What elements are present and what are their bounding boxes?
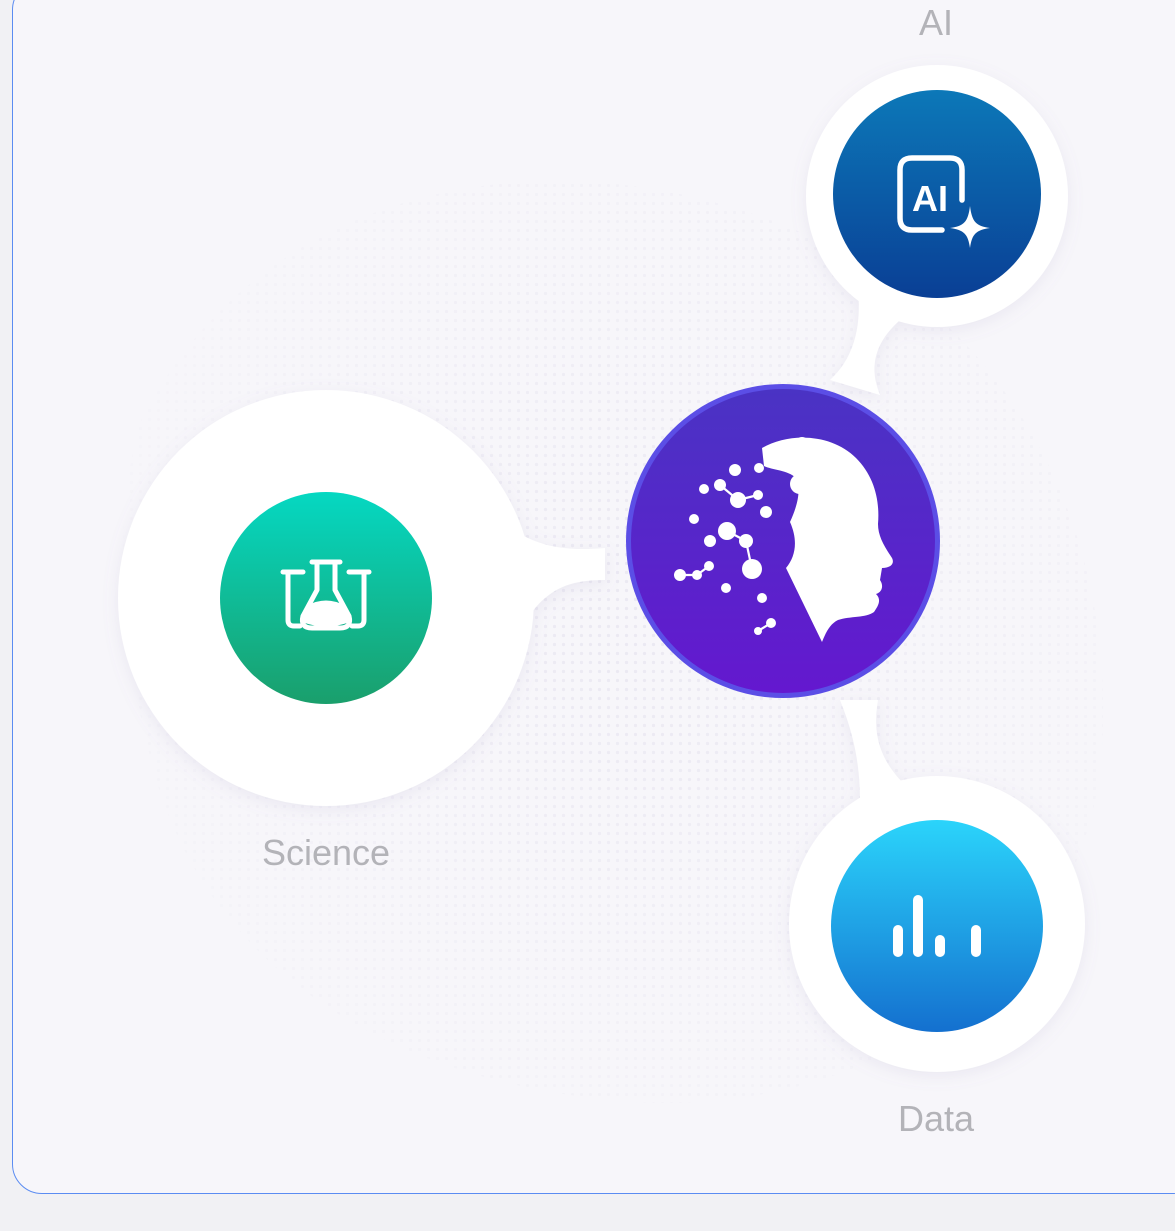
diagram-stage: AI AI Science Data (0, 0, 1175, 1231)
science-label: Science (261, 832, 391, 873)
svg-text:AI: AI (912, 178, 948, 219)
data-label: Data (897, 1098, 975, 1139)
science-node-circle (220, 492, 432, 704)
hub-node-circle (631, 389, 935, 693)
network-diagram: AI (118, 65, 1085, 1072)
connector-hub-data (840, 700, 905, 800)
hub-node[interactable] (626, 384, 940, 698)
ai-label: AI (918, 2, 953, 43)
data-node-circle (831, 820, 1043, 1032)
science-node[interactable] (220, 492, 432, 704)
ai-node[interactable]: AI (833, 90, 1041, 298)
data-node[interactable] (831, 820, 1043, 1032)
connector-science-hub (500, 520, 605, 640)
